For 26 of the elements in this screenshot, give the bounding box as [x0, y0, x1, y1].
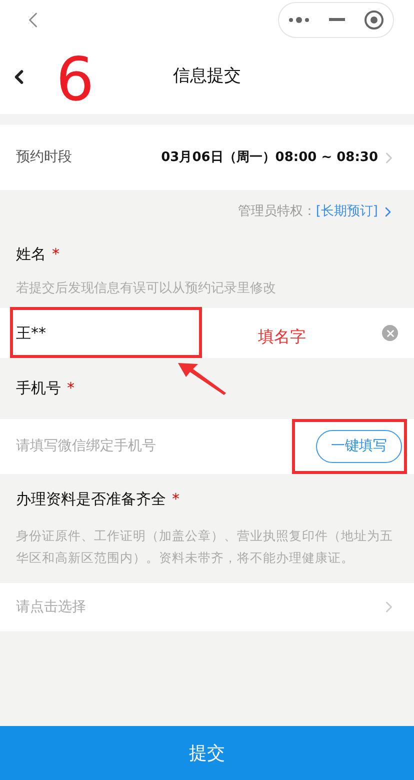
documents-label: 办理资料是否准备齐全	[16, 489, 166, 510]
submit-button[interactable]: 提交	[0, 726, 414, 780]
documents-description: 身份证原件、工作证明（加盖公章）、营业执照复印件（地址为五华区和高新区范围内）。资料未带齐，将不能办理健康证。	[16, 526, 394, 567]
name-label: 姓名	[16, 244, 46, 264]
more-icon[interactable]	[288, 16, 310, 24]
name-input[interactable]: 王**	[16, 322, 166, 344]
select-placeholder: 请点击选择	[16, 598, 86, 616]
long-term-booking-link[interactable]: [长期预订]	[316, 202, 378, 222]
required-mark: *	[67, 378, 74, 400]
phone-input[interactable]: 请填写微信绑定手机号	[16, 436, 216, 457]
appointment-value: 03月06日（周一）08:00 ~ 08:30	[161, 148, 378, 167]
annotation-note: 填名字	[258, 326, 306, 348]
autofill-button[interactable]: 一键填写	[316, 430, 402, 463]
phone-label: 手机号	[16, 378, 61, 400]
target-icon[interactable]	[364, 10, 384, 30]
name-hint: 若提交后发现信息有误可以从预约记录里修改	[16, 280, 277, 298]
capsule-menu[interactable]	[278, 2, 394, 38]
appointment-row[interactable]: 预约时段 03月06日（周一）08:00 ~ 08:30	[0, 125, 414, 190]
required-mark: *	[172, 489, 180, 510]
annotation-number: 6	[56, 48, 94, 112]
page-title: 信息提交	[173, 65, 241, 88]
minimize-icon[interactable]	[328, 18, 345, 22]
admin-label: 管理员特权：	[238, 202, 316, 221]
required-mark: *	[52, 244, 60, 264]
documents-select[interactable]: 请点击选择	[0, 583, 414, 631]
appointment-label: 预约时段	[16, 148, 72, 167]
